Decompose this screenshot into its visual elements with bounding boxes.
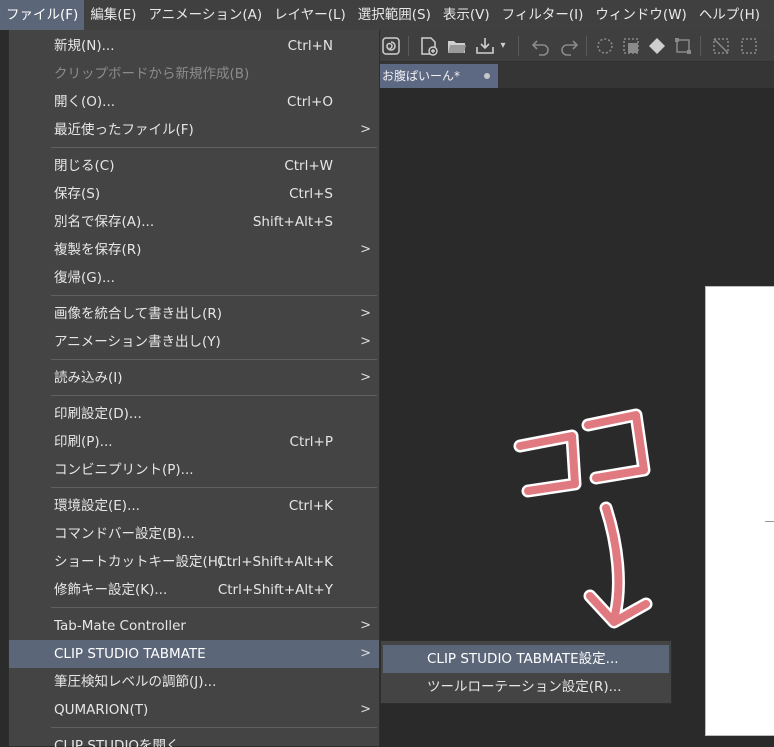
app-window: ファイル(F) 編集(E) アニメーション(A) レイヤー(L) 選択範囲(S)… xyxy=(0,0,774,747)
open-folder-icon[interactable] xyxy=(446,35,468,57)
deselect-icon[interactable] xyxy=(710,35,732,57)
menu-item-command-bar-settings[interactable]: コマンドバー設定(B)... xyxy=(9,520,379,548)
chevron-right-icon: > xyxy=(360,334,371,349)
menu-item-new[interactable]: 新規(N)... Ctrl+N xyxy=(9,32,379,60)
invert-selection-icon[interactable] xyxy=(738,35,760,57)
menu-item-pen-pressure-settings[interactable]: 筆圧検知レベルの調節(J)... xyxy=(9,668,379,696)
redo-icon[interactable] xyxy=(558,35,580,57)
file-menu-dropdown: 新規(N)... Ctrl+N クリップボードから新規作成(B) 開く(O)...… xyxy=(8,30,380,747)
menu-item-print[interactable]: 印刷(P)... Ctrl+P xyxy=(9,428,379,456)
toolbar-divider xyxy=(518,36,519,56)
chevron-right-icon: > xyxy=(360,646,371,661)
chevron-right-icon: > xyxy=(360,618,371,633)
chevron-right-icon: > xyxy=(360,702,371,717)
chevron-right-icon: > xyxy=(360,370,371,385)
menu-item-modifier-key-settings[interactable]: 修飾キー設定(K)... Ctrl+Shift+Alt+Y xyxy=(9,576,379,604)
chevron-right-icon: > xyxy=(360,242,371,257)
menu-item-open-clip-studio[interactable]: CLIP STUDIOを開く xyxy=(9,732,379,747)
menu-separator xyxy=(51,147,377,148)
toolbar-divider xyxy=(700,36,701,56)
command-bar: ▾ xyxy=(380,30,774,62)
tabmate-submenu: CLIP STUDIO TABMATE設定... ツールローテーション設定(R)… xyxy=(380,640,672,704)
canvas-guide-mark xyxy=(765,521,774,522)
menu-item-convenience-print[interactable]: コンビニプリント(P)... xyxy=(9,456,379,484)
menu-edit[interactable]: 編集(E) xyxy=(84,0,142,30)
menu-item-export-merged[interactable]: 画像を統合して書き出し(R) > xyxy=(9,300,379,328)
menu-separator xyxy=(51,607,377,608)
menu-help[interactable]: ヘルプ(H) xyxy=(693,0,766,30)
canvas-paper[interactable] xyxy=(705,286,774,736)
menu-bar: ファイル(F) 編集(E) アニメーション(A) レイヤー(L) 選択範囲(S)… xyxy=(0,0,774,30)
toolbar-divider xyxy=(586,36,587,56)
bucket-icon[interactable] xyxy=(646,35,668,57)
fill-icon[interactable] xyxy=(620,35,642,57)
menu-item-revert[interactable]: 復帰(G)... xyxy=(9,264,379,292)
document-tab[interactable]: お腹ぱいーん* xyxy=(380,64,498,88)
menu-item-open[interactable]: 開く(O)... Ctrl+O xyxy=(9,88,379,116)
save-download-icon[interactable] xyxy=(474,35,496,57)
spiral-icon[interactable] xyxy=(380,35,402,57)
menu-item-recent-files[interactable]: 最近使ったファイル(F) > xyxy=(9,116,379,144)
chevron-right-icon: > xyxy=(360,306,371,321)
menu-item-new-from-clipboard[interactable]: クリップボードから新規作成(B) xyxy=(9,60,379,88)
menu-separator xyxy=(51,359,377,360)
new-file-icon[interactable] xyxy=(418,35,440,57)
menu-layer[interactable]: レイヤー(L) xyxy=(268,0,352,30)
menu-selection[interactable]: 選択範囲(S) xyxy=(352,0,437,30)
menu-item-close[interactable]: 閉じる(C) Ctrl+W xyxy=(9,152,379,180)
menu-item-import[interactable]: 読み込み(I) > xyxy=(9,364,379,392)
menu-item-save[interactable]: 保存(S) Ctrl+S xyxy=(9,180,379,208)
menu-window[interactable]: ウィンドウ(W) xyxy=(589,0,692,30)
toolbar-divider xyxy=(408,36,409,56)
menu-item-tab-mate-controller[interactable]: Tab-Mate Controller > xyxy=(9,612,379,640)
menu-animation[interactable]: アニメーション(A) xyxy=(142,0,268,30)
submenu-item-tabmate-settings[interactable]: CLIP STUDIO TABMATE設定... xyxy=(383,645,669,673)
menu-item-preferences[interactable]: 環境設定(E)... Ctrl+K xyxy=(9,492,379,520)
menu-item-print-settings[interactable]: 印刷設定(D)... xyxy=(9,400,379,428)
menu-view[interactable]: 表示(V) xyxy=(437,0,496,30)
menu-separator xyxy=(51,295,377,296)
submenu-item-tool-rotation-settings[interactable]: ツールローテーション設定(R)... xyxy=(383,673,669,701)
chevron-right-icon: > xyxy=(360,122,371,137)
clear-icon[interactable] xyxy=(594,35,616,57)
unsaved-dot-icon xyxy=(484,73,490,79)
transform-icon[interactable] xyxy=(672,35,694,57)
menu-separator xyxy=(51,395,377,396)
menu-item-qumarion[interactable]: QUMARION(T) > xyxy=(9,696,379,724)
menu-separator xyxy=(51,487,377,488)
menu-item-save-copy[interactable]: 複製を保存(R) > xyxy=(9,236,379,264)
document-tab-title: お腹ぱいーん* xyxy=(382,69,461,83)
menu-item-shortcut-settings[interactable]: ショートカットキー設定(H)... Ctrl+Shift+Alt+K xyxy=(9,548,379,576)
undo-icon[interactable] xyxy=(530,35,552,57)
menu-item-export-animation[interactable]: アニメーション書き出し(Y) > xyxy=(9,328,379,356)
menu-item-save-as[interactable]: 別名で保存(A)... Shift+Alt+S xyxy=(9,208,379,236)
menu-file[interactable]: ファイル(F) xyxy=(0,0,85,30)
document-tab-bar: お腹ぱいーん* xyxy=(380,62,774,88)
chevron-down-icon[interactable]: ▾ xyxy=(496,35,510,57)
menu-separator xyxy=(51,727,377,728)
menu-item-clip-studio-tabmate[interactable]: CLIP STUDIO TABMATE > xyxy=(9,640,379,668)
menu-filter[interactable]: フィルター(I) xyxy=(496,0,590,30)
